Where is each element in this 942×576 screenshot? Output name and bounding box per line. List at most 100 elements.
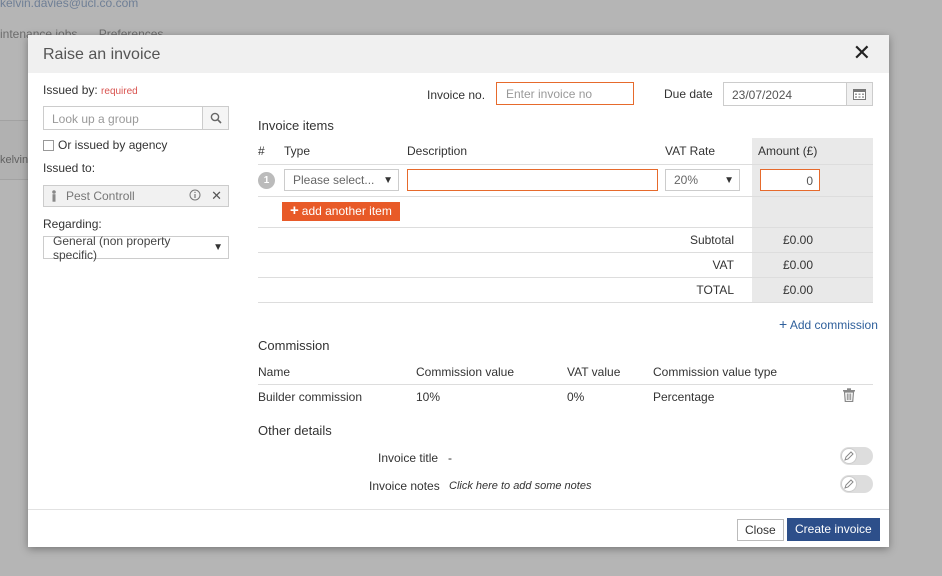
comm-type-header: Commission value type [653,364,778,379]
comm-type-cell: Percentage [653,389,715,404]
agency-checkbox[interactable] [43,139,54,151]
vat-label: VAT [712,257,734,272]
comm-value-header: Commission value [416,364,515,379]
col-type-header: Type [284,143,311,158]
row-type-cell: Please select... ▼ [284,164,407,196]
comm-delete-cell [843,384,873,409]
trash-icon[interactable] [843,388,855,403]
invoice-title-value: - [448,451,452,465]
group-lookup: Look up a group [43,106,229,130]
col-vat-rate-header: VAT Rate [665,143,716,158]
modal-title: Raise an invoice [43,46,161,63]
calendar-icon [853,89,866,100]
invoice-title-label: Invoice title [378,451,439,465]
edit-title-toggle[interactable] [840,447,873,465]
add-commission-link[interactable]: + Add commission [779,316,878,332]
row-number-badge: 1 [258,171,275,189]
vat-row: VAT £0.00 [258,252,873,277]
pencil-icon [841,476,857,492]
chevron-down-icon: ▼ [724,174,734,186]
agency-checkbox-row: Or issued by agency [43,138,229,152]
invoice-number-input[interactable]: Enter invoice no [496,82,634,105]
calendar-button[interactable] [846,83,872,105]
required-badge: required [101,86,138,97]
item-type-value: Please select... [293,173,375,187]
chevron-down-icon: ▼ [383,174,393,186]
regarding-select[interactable]: General (non property specific) ▼ [43,233,229,262]
info-icon[interactable] [189,189,201,204]
close-button[interactable]: Close [737,519,784,541]
comm-vat-header: VAT value [567,364,621,379]
regarding-label: Regarding: [43,217,102,231]
add-item-label: add another item [301,204,392,218]
due-date-input[interactable]: 23/07/2024 [724,83,846,105]
invoice-number-label: Invoice no. [427,88,486,102]
modal-header: Raise an invoice ✕ [28,35,889,73]
comm-vat-cell: 0% [567,389,585,404]
search-icon [210,112,222,124]
item-vat-rate-value: 20% [674,173,699,187]
comm-value-cell: 10% [416,389,441,404]
due-date-picker: 23/07/2024 [723,82,873,106]
row-description-cell [407,164,665,196]
issued-to-contact: Pest Controll ✕ [43,185,229,207]
add-item-row: + add another item [258,196,873,227]
subtotal-row: Subtotal £0.00 [258,227,873,252]
due-date-label: Due date [664,87,713,101]
issued-to-name: Pest Controll [66,189,135,203]
invoice-notes-label: Invoice notes [369,479,440,493]
col-num-header: # [258,143,265,158]
issuer-panel: Issued by: required Look up a group Or i… [43,83,229,262]
commission-title: Commission [258,338,330,353]
agency-checkbox-label: Or issued by agency [58,138,168,152]
comm-name-header: Name [258,364,291,379]
row-num-cell: 1 [258,164,284,196]
invoice-items-table: # Type Description VAT Rate Amount (£) 1… [258,138,873,303]
col-description-header: Description [407,143,468,158]
person-icon [52,190,56,202]
subtotal-value: £0.00 [752,227,873,252]
item-amount-input[interactable]: 0 [760,169,820,191]
row-vat-cell: 20% ▼ [665,164,752,196]
issued-to-label: Issued to: [43,161,96,175]
row-amount-cell: 0 [752,164,873,196]
vat-value: £0.00 [752,252,873,277]
group-search-input[interactable]: Look up a group [44,107,202,129]
comm-actions-header [843,360,873,384]
items-header-row: # Type Description VAT Rate Amount (£) [258,138,873,164]
col-amount-header: Amount (£) [752,138,873,164]
close-icon[interactable]: ✕ [853,40,871,66]
add-another-item-button[interactable]: + add another item [282,202,400,221]
subtotal-label: Subtotal [689,232,734,247]
item-vat-rate-select[interactable]: 20% ▼ [665,169,740,191]
item-description-input[interactable] [407,169,658,191]
table-row: Builder commission 10% 0% Percentage [258,384,873,409]
total-label: TOTAL [696,282,734,297]
chevron-down-icon: ▼ [213,242,223,253]
issued-by-label: Issued by: required [43,83,229,97]
raise-invoice-modal: Raise an invoice ✕ Issued by: required L… [28,35,889,547]
total-row: TOTAL £0.00 [258,277,873,302]
invoice-items-title: Invoice items [258,118,334,133]
empty-cell [258,196,284,227]
empty-amount-cell [752,196,873,227]
commission-header-row: Name Commission value VAT value Commissi… [258,360,873,384]
add-commission-label: Add commission [789,318,878,332]
pencil-icon [841,448,857,464]
modal-footer: Close Create invoice [28,509,889,547]
remove-contact-icon[interactable]: ✕ [211,188,222,204]
group-search-button[interactable] [202,107,228,129]
commission-table: Name Commission value VAT value Commissi… [258,360,873,409]
total-value: £0.00 [752,277,873,302]
other-details-title: Other details [258,423,332,438]
invoice-notes-value[interactable]: Click here to add some notes [449,480,591,492]
regarding-value: General (non property specific) [53,233,171,262]
table-row: 1 Please select... ▼ 20% ▼ 0 [258,164,873,196]
edit-notes-toggle[interactable] [840,475,873,493]
create-invoice-button[interactable]: Create invoice [787,518,880,541]
issued-by-text: Issued by: [43,83,98,97]
item-type-select[interactable]: Please select... ▼ [284,169,399,191]
plus-icon: + [779,316,788,332]
comm-name-cell: Builder commission [258,389,363,404]
add-item-cell: + add another item [282,196,752,227]
